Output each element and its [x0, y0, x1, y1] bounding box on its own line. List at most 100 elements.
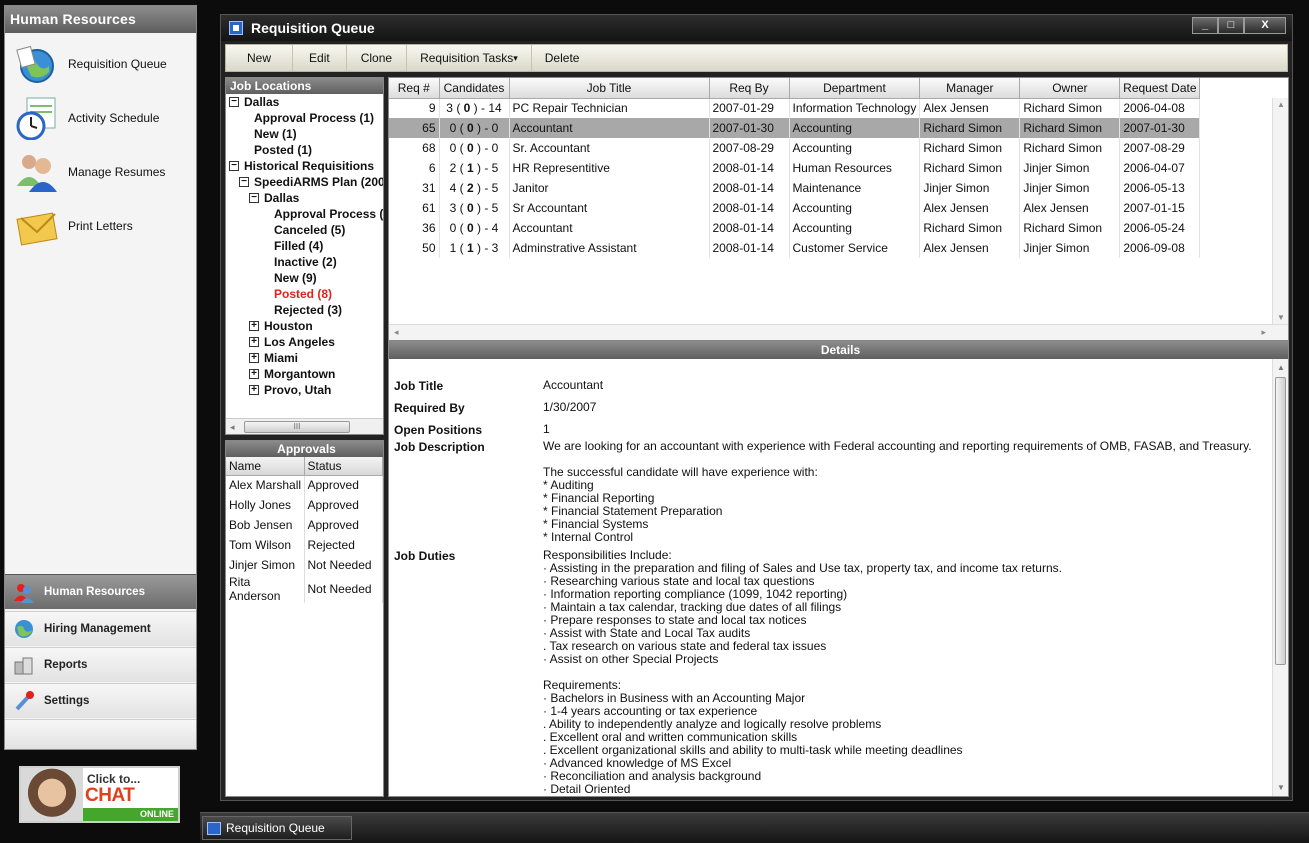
- collapse-icon[interactable]: −: [229, 97, 239, 107]
- nav-item-activity-schedule[interactable]: Activity Schedule: [15, 96, 159, 141]
- taskbar-item-requisition-queue[interactable]: Requisition Queue: [202, 816, 352, 840]
- module-human-resources[interactable]: Human Resources: [5, 574, 196, 609]
- tree-node[interactable]: Canceled (5): [274, 222, 345, 238]
- tree-node[interactable]: Historical Requisitions: [244, 158, 374, 174]
- scroll-up-arrow-icon[interactable]: ▲: [1277, 100, 1285, 109]
- owner-cell: Jinjer Simon: [1019, 238, 1121, 258]
- module-reports[interactable]: Reports: [5, 647, 196, 682]
- expand-icon[interactable]: +: [249, 369, 259, 379]
- table-row[interactable]: 93 ( 0 ) - 14 PC Repair Technician 2007-01…: [389, 98, 1201, 118]
- scroll-up-arrow-icon[interactable]: ▲: [1277, 363, 1285, 372]
- module-settings[interactable]: Settings: [5, 683, 196, 718]
- tree-node[interactable]: Miami: [264, 350, 298, 366]
- column-header[interactable]: Owner: [1019, 78, 1121, 99]
- table-row[interactable]: 65 0 ( 0 ) - 0 Accountant 2007-01-30 Account…: [389, 118, 1201, 138]
- tree-node[interactable]: Houston: [264, 318, 313, 334]
- nav-item-manage-resumes[interactable]: Manage Resumes: [15, 150, 165, 194]
- column-header[interactable]: Department: [789, 78, 921, 99]
- scroll-left-arrow-icon[interactable]: ◂: [394, 327, 399, 338]
- grid-vertical-scrollbar[interactable]: ▲ ▼: [1272, 98, 1288, 324]
- requisition-queue-window: Requisition Queue _ □ X New Edit Clone R…: [220, 14, 1293, 801]
- approval-row[interactable]: Rita Anderson Not Needed: [226, 575, 383, 603]
- candidates-new: 1: [466, 241, 474, 255]
- tree-node[interactable]: Posted (1): [254, 142, 312, 158]
- table-row[interactable]: 62 ( 1 ) - 5 HR Representitive 2008-01-14 H…: [389, 158, 1201, 178]
- tree-node[interactable]: Morgantown: [264, 366, 335, 382]
- tree-node[interactable]: Posted (8): [274, 286, 332, 302]
- expand-icon[interactable]: +: [249, 321, 259, 331]
- scroll-thumb[interactable]: [1275, 377, 1286, 665]
- details-vertical-scrollbar[interactable]: ▲ ▼: [1272, 359, 1288, 796]
- approval-row[interactable]: Alex Marshall Approved: [226, 475, 383, 495]
- column-header[interactable]: Candidates: [439, 78, 510, 99]
- tree-node[interactable]: Los Angeles: [264, 334, 335, 350]
- nav-item-requisition-queue[interactable]: Requisition Queue: [15, 42, 167, 86]
- scroll-down-arrow-icon[interactable]: ▼: [1277, 783, 1285, 792]
- candidates-total: 3: [449, 201, 457, 215]
- tree-node[interactable]: New (1): [254, 126, 297, 142]
- tree-node[interactable]: Filled (4): [274, 238, 323, 254]
- collapse-icon[interactable]: −: [239, 177, 249, 187]
- column-header[interactable]: Request Date: [1119, 78, 1201, 99]
- collapse-icon[interactable]: −: [229, 161, 239, 171]
- column-header-name[interactable]: Name: [226, 457, 305, 476]
- requisition-tasks-dropdown[interactable]: Requisition Tasks: [407, 45, 532, 71]
- locations-horizontal-scrollbar[interactable]: ◂ III: [226, 418, 383, 434]
- column-header[interactable]: Manager: [919, 78, 1021, 99]
- column-header-status[interactable]: Status: [304, 457, 383, 476]
- window-titlebar[interactable]: Requisition Queue _ □ X: [221, 15, 1292, 41]
- approval-row[interactable]: Bob Jensen Approved: [226, 515, 383, 535]
- nav-item-print-letters[interactable]: Print Letters: [15, 204, 133, 248]
- candidates-total: 0: [449, 121, 457, 135]
- table-row[interactable]: 68 0 ( 0 ) - 0 Sr. Accountant 2007-08-29 Acc…: [389, 138, 1201, 158]
- tree-node[interactable]: Approval Process (: [274, 206, 383, 222]
- column-header[interactable]: Req By: [709, 78, 790, 99]
- candidates-total: 4: [449, 181, 457, 195]
- approval-row[interactable]: Holly Jones Approved: [226, 495, 383, 515]
- globe-icon: [15, 42, 59, 86]
- request-date-cell: 2006-04-07: [1119, 158, 1201, 178]
- tree-node[interactable]: Inactive (2): [274, 254, 337, 270]
- table-row[interactable]: 50 1 ( 1 ) - 3 Adminstrative Assistant 2008…: [389, 238, 1201, 258]
- expand-icon[interactable]: +: [249, 385, 259, 395]
- tree-node[interactable]: New (9): [274, 270, 317, 286]
- minimize-button[interactable]: _: [1192, 17, 1218, 34]
- scroll-down-arrow-icon[interactable]: ▼: [1277, 313, 1285, 322]
- tree-node[interactable]: Rejected (3): [274, 302, 342, 318]
- scroll-thumb[interactable]: III: [244, 421, 350, 433]
- table-row[interactable]: 61 3 ( 0 ) - 5 Sr Accountant 2008-01-14 Acco…: [389, 198, 1201, 218]
- clone-button[interactable]: Clone: [347, 45, 408, 71]
- delete-button[interactable]: Delete: [532, 45, 593, 71]
- table-row[interactable]: 31 4 ( 2 ) - 5 Janitor 2008-01-14 Maintenanc…: [389, 178, 1201, 198]
- grid-horizontal-scrollbar[interactable]: ◂ ▸: [389, 324, 1288, 340]
- scroll-right-arrow-icon[interactable]: ▸: [1261, 327, 1266, 338]
- close-button[interactable]: X: [1244, 17, 1286, 34]
- scroll-left-arrow-icon[interactable]: ◂: [230, 422, 235, 433]
- expand-icon[interactable]: +: [249, 353, 259, 363]
- envelope-icon: [15, 204, 59, 248]
- module-hiring-management[interactable]: Hiring Management: [5, 611, 196, 646]
- edit-button[interactable]: Edit: [293, 45, 347, 71]
- open-positions-value: 1: [543, 422, 550, 436]
- tree-node[interactable]: Approval Process (1): [254, 110, 374, 126]
- requisition-grid-panel: Req # Candidates Job Title Req By Department…: [388, 77, 1289, 341]
- tree-node[interactable]: SpeediARMS Plan (200: [254, 174, 383, 190]
- tree-node[interactable]: Dallas: [264, 190, 299, 206]
- collapse-icon[interactable]: −: [249, 193, 259, 203]
- candidates-new: 1: [466, 161, 474, 175]
- maximize-button[interactable]: □: [1218, 17, 1244, 34]
- expand-icon[interactable]: +: [249, 337, 259, 347]
- candidates-other: 5: [491, 181, 499, 195]
- candidates-total: 1: [449, 241, 457, 255]
- new-button[interactable]: New: [226, 45, 294, 71]
- request-date-cell: 2007-08-29: [1119, 138, 1201, 158]
- tree-node[interactable]: Provo, Utah: [264, 382, 331, 398]
- approval-row[interactable]: Tom Wilson Rejected: [226, 535, 383, 555]
- column-header[interactable]: Job Title: [509, 78, 710, 99]
- tree-node[interactable]: Dallas: [244, 94, 279, 110]
- approval-row[interactable]: Jinjer Simon Not Needed: [226, 555, 383, 575]
- column-header[interactable]: Req #: [389, 78, 440, 99]
- hr-people-icon: [13, 581, 35, 603]
- chat-live-banner[interactable]: Click to... CHAT LIVE ONLINE: [19, 766, 180, 823]
- table-row[interactable]: 36 0 ( 0 ) - 4 Accountant 2008-01-14 Account…: [389, 218, 1201, 238]
